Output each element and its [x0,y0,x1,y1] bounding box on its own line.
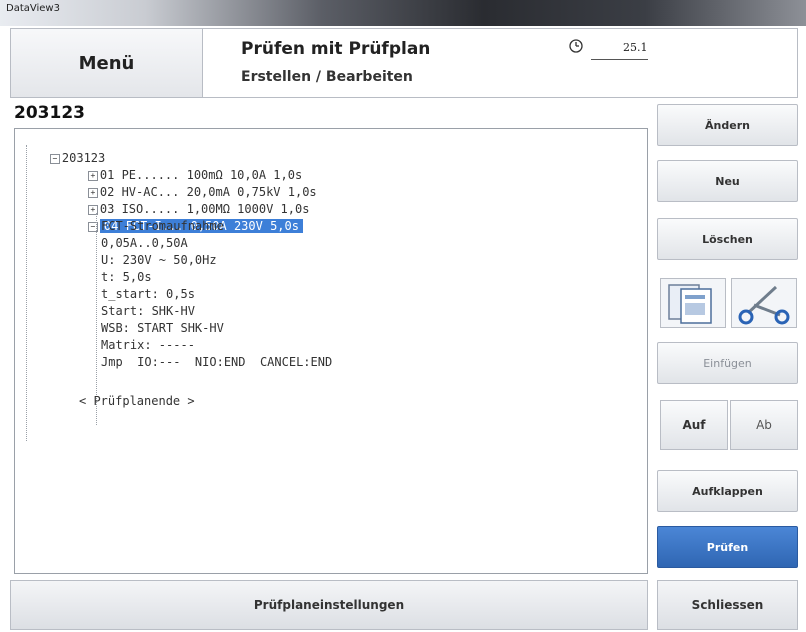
plan-id: 203123 [14,103,85,123]
tree-detail[interactable]: U: 230V ~ 50,0Hz [101,252,217,269]
close-label: Schliessen [691,598,764,612]
tree-item[interactable]: +03 ISO..... 1,00MΩ 1000V 1,0s [59,184,309,216]
plan-settings-button[interactable]: Prüfplaneinstellungen [10,580,648,630]
page-header: Prüfen mit Prüfplan Erstellen / Bearbeit… [203,28,776,98]
new-label: Neu [715,174,740,188]
tree-detail-text: Matrix: ----- [101,338,195,352]
tree-root[interactable]: −203123 [21,133,105,165]
tree-detail-text: Start: SHK-HV [101,304,195,318]
plan-settings-label: Prüfplaneinstellungen [253,598,405,612]
paste-label: Einfügen [703,356,752,370]
close-button[interactable]: Schliessen [657,580,798,630]
copy-icon [668,284,712,324]
page-subtitle: Erstellen / Bearbeiten [241,69,413,85]
tree-detail[interactable]: Matrix: ----- [101,337,195,354]
window-title: DataView3 [6,3,60,14]
tree-detail-text: WSB: START SHK-HV [101,321,224,335]
tree-detail[interactable]: Jmp IO:--- NIO:END CANCEL:END [101,354,332,371]
menu-button[interactable]: Menü [10,28,203,98]
tree-item[interactable]: +01 PE...... 100mΩ 10,0A 1,0s [59,150,302,182]
test-label: Prüfen [706,540,749,554]
copy-button[interactable] [660,278,726,328]
tree-detail[interactable]: 0,05A..0,50A [101,235,188,252]
change-label: Ändern [705,118,750,132]
move-up-label: Auf [682,418,706,432]
tree-detail-text: U: 230V ~ 50,0Hz [101,253,217,267]
delete-button[interactable]: Löschen [657,218,798,260]
tree-detail-text: Jmp IO:--- NIO:END CANCEL:END [101,355,333,369]
tree-detail[interactable]: Start: SHK-HV [101,303,195,320]
move-down-button[interactable]: Ab [730,400,798,450]
page-title: Prüfen mit Prüfplan [241,39,431,59]
plan-end-label: < Prüfplanende > [79,394,195,408]
clock-icon [569,39,583,53]
test-button[interactable]: Prüfen [657,526,798,568]
tree-detail[interactable]: t: 5,0s [101,269,152,286]
paste-button[interactable]: Einfügen [657,342,798,384]
tree-detail-text: t: 5,0s [101,270,152,284]
window-titlebar: DataView3 [0,0,806,26]
tree-detail[interactable]: t_start: 0,5s [101,286,195,303]
plan-end-item[interactable]: < Prüfplanende > [79,393,195,410]
cut-button[interactable] [731,278,797,328]
tree-detail-text: t_start: 0,5s [101,287,195,301]
expand-label: Aufklappen [692,484,763,498]
tree-detail-text: 0,05A..0,50A [101,236,188,250]
move-down-label: Ab [756,418,772,432]
expand-button[interactable]: Aufklappen [657,470,798,512]
delete-label: Löschen [702,232,753,246]
test-plan-tree[interactable]: −203123 +01 PE...... 100mΩ 10,0A 1,0s +0… [14,128,648,574]
tree-item[interactable]: +02 HV-AC... 20,0mA 0,75kV 1,0s [59,167,317,199]
tree-detail[interactable]: FCT-Stromaufnahme [101,218,224,235]
change-button[interactable]: Ändern [657,104,798,146]
header-right-panel [648,28,798,98]
tree-detail-text: FCT-Stromaufnahme [101,219,224,233]
move-up-button[interactable]: Auf [660,400,728,450]
new-button[interactable]: Neu [657,160,798,202]
tree-connector [26,145,27,441]
scissors-icon [738,285,790,325]
menu-label: Menü [78,52,135,74]
tree-detail[interactable]: WSB: START SHK-HV [101,320,224,337]
